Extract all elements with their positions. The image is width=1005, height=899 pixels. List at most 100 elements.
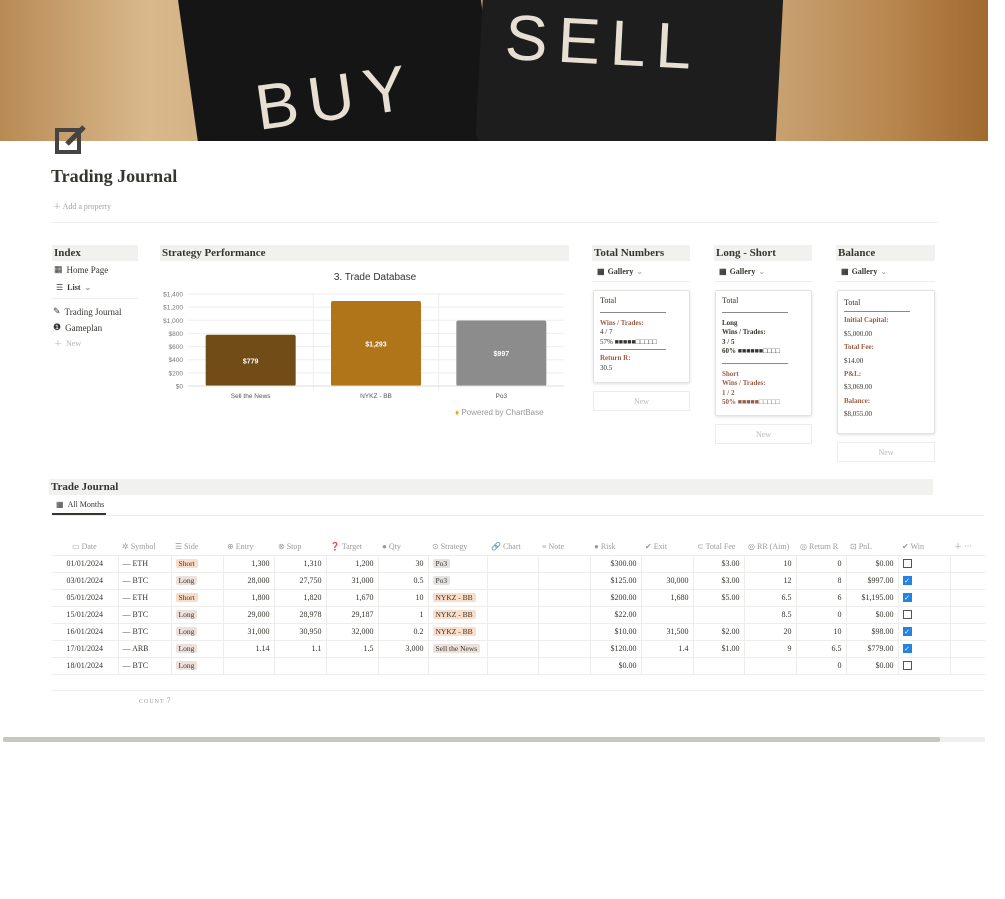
column-header-return-r[interactable]: ◎ Return R [796, 539, 846, 556]
win-checkbox[interactable]: ✓ [902, 593, 912, 603]
cell-symbol[interactable]: — BTC [118, 571, 172, 590]
trading-journal-link[interactable]: ✎ Trading Journal [53, 306, 121, 317]
cell-chart[interactable] [487, 639, 539, 658]
cell-exit[interactable]: 1,680 [641, 588, 694, 607]
list-view-tab[interactable]: ☰ List ⌄ [56, 283, 91, 292]
edit-icon[interactable] [54, 123, 88, 157]
cell-target[interactable]: 31,000 [326, 571, 379, 590]
cell-target[interactable]: 32,000 [326, 622, 379, 641]
cell-note[interactable] [538, 554, 591, 573]
cell-stop[interactable]: 1,820 [274, 588, 327, 607]
cell-pnl[interactable]: $0.00 [846, 605, 899, 624]
new-button[interactable]: ＋ New [54, 338, 81, 349]
table-row[interactable]: 01/01/2024— ETH Short 1,300 1,310 1,200 30 Po3… [52, 554, 985, 573]
cell-qty[interactable]: 0.5 [378, 571, 429, 590]
cell-date[interactable]: 05/01/2024 [52, 588, 119, 607]
cell-return-r[interactable]: 8 [796, 571, 847, 590]
gameplan-link[interactable]: ❶ Gameplan [53, 322, 102, 333]
cell-strategy[interactable]: NYKZ - BB [428, 605, 488, 624]
column-header-pnl[interactable]: ⊡ PnL [846, 539, 898, 556]
cell-qty[interactable]: 1 [378, 605, 429, 624]
cell-target[interactable]: 1,670 [326, 588, 379, 607]
cell-total-fee[interactable]: $5.00 [693, 588, 745, 607]
powered-by-chartbase[interactable]: ♦ Powered by ChartBase [455, 408, 544, 417]
more-icon[interactable]: ⋯ [964, 542, 972, 551]
cell-note[interactable] [538, 571, 591, 590]
cell-target[interactable]: 1.5 [326, 639, 379, 658]
cell-side[interactable]: Short [171, 588, 224, 607]
cell-strategy[interactable]: Po3 [428, 571, 488, 590]
cell-risk[interactable]: $10.00 [590, 622, 642, 641]
table-row[interactable]: 17/01/2024— ARB Long 1.14 1.1 1.5 3,000 Sell t… [52, 639, 985, 658]
cell-strategy[interactable] [428, 656, 488, 675]
win-checkbox[interactable]: ✓ [902, 576, 912, 586]
column-header-target[interactable]: ❓ Target [326, 539, 378, 556]
table-row[interactable]: 18/01/2024— BTC Long $0.00 0 $0.00 [52, 656, 985, 675]
cell-total-fee[interactable]: $3.00 [693, 554, 745, 573]
cell-date[interactable]: 17/01/2024 [52, 639, 119, 658]
cell-note[interactable] [538, 605, 591, 624]
cell-stop[interactable]: 1,310 [274, 554, 327, 573]
cell-target[interactable]: 1,200 [326, 554, 379, 573]
cell-return-r[interactable]: 0 [796, 605, 847, 624]
cell-strategy[interactable]: Po3 [428, 554, 488, 573]
cell-return-r[interactable]: 6.5 [796, 639, 847, 658]
column-header-entry[interactable]: ⊕ Entry [223, 539, 274, 556]
cell-exit[interactable] [641, 554, 694, 573]
home-page-link[interactable]: ▦ Home Page [54, 264, 108, 275]
cell-chart[interactable] [487, 554, 539, 573]
cell-risk[interactable]: $120.00 [590, 639, 642, 658]
cell-entry[interactable]: 1,800 [223, 588, 275, 607]
cell-entry[interactable] [223, 656, 275, 675]
cell-chart[interactable] [487, 588, 539, 607]
cell-date[interactable]: 01/01/2024 [52, 554, 119, 573]
cell-pnl[interactable]: $98.00 [846, 622, 899, 641]
cell-qty[interactable]: 10 [378, 588, 429, 607]
cell-entry[interactable]: 1,300 [223, 554, 275, 573]
cell-total-fee[interactable]: $1.00 [693, 639, 745, 658]
win-checkbox[interactable]: ✓ [902, 627, 912, 637]
cell-win[interactable] [898, 605, 951, 624]
cell-win[interactable]: ✓ [898, 639, 951, 658]
cell-return-r[interactable]: 6 [796, 588, 847, 607]
cell-stop[interactable]: 28,978 [274, 605, 327, 624]
column-header-qty[interactable]: ● Qty [378, 539, 428, 556]
cell-entry[interactable]: 29,000 [223, 605, 275, 624]
cell-entry[interactable]: 31,000 [223, 622, 275, 641]
column-header-note[interactable]: ≡ Note [538, 539, 590, 556]
cell-rr-aim-[interactable]: 6.5 [744, 588, 797, 607]
cell-side[interactable]: Long [171, 656, 224, 675]
win-checkbox[interactable] [902, 661, 912, 671]
cell-exit[interactable]: 1.4 [641, 639, 694, 658]
gallery-view-tab[interactable]: ▦ Gallery ⌄ [719, 267, 765, 276]
cell-rr-aim-[interactable]: 9 [744, 639, 797, 658]
column-header-risk[interactable]: ● Risk [590, 539, 641, 556]
cell-note[interactable] [538, 639, 591, 658]
cell-risk[interactable]: $200.00 [590, 588, 642, 607]
cell-qty[interactable]: 3,000 [378, 639, 429, 658]
cell-pnl[interactable]: $0.00 [846, 656, 899, 675]
cell-rr-aim-[interactable]: 12 [744, 571, 797, 590]
cell-win[interactable]: ✓ [898, 622, 951, 641]
win-checkbox[interactable]: ✓ [902, 644, 912, 654]
cell-return-r[interactable]: 10 [796, 622, 847, 641]
cell-total-fee[interactable] [693, 656, 745, 675]
cell-rr-aim-[interactable]: 8.5 [744, 605, 797, 624]
cell-date[interactable]: 18/01/2024 [52, 656, 119, 675]
cell-strategy[interactable]: NYKZ - BB [428, 622, 488, 641]
cell-strategy[interactable]: NYKZ - BB [428, 588, 488, 607]
cell-exit[interactable]: 30,000 [641, 571, 694, 590]
cell-side[interactable]: Long [171, 571, 224, 590]
column-header-rr-aim-[interactable]: ◎ RR (Aim) [744, 539, 796, 556]
all-months-tab[interactable]: ▦ All Months [56, 500, 104, 509]
cell-total-fee[interactable] [693, 605, 745, 624]
table-row[interactable]: 16/01/2024— BTC Long 31,000 30,950 32,000 0.2… [52, 622, 985, 641]
cell-total-fee[interactable]: $2.00 [693, 622, 745, 641]
gallery-view-tab[interactable]: ▦ Gallery ⌄ [597, 267, 643, 276]
cell-note[interactable] [538, 656, 591, 675]
new-button[interactable]: New [837, 442, 935, 462]
cell-risk[interactable]: $22.00 [590, 605, 642, 624]
cell-return-r[interactable]: 0 [796, 554, 847, 573]
cell-stop[interactable]: 1.1 [274, 639, 327, 658]
cell-date[interactable]: 16/01/2024 [52, 622, 119, 641]
